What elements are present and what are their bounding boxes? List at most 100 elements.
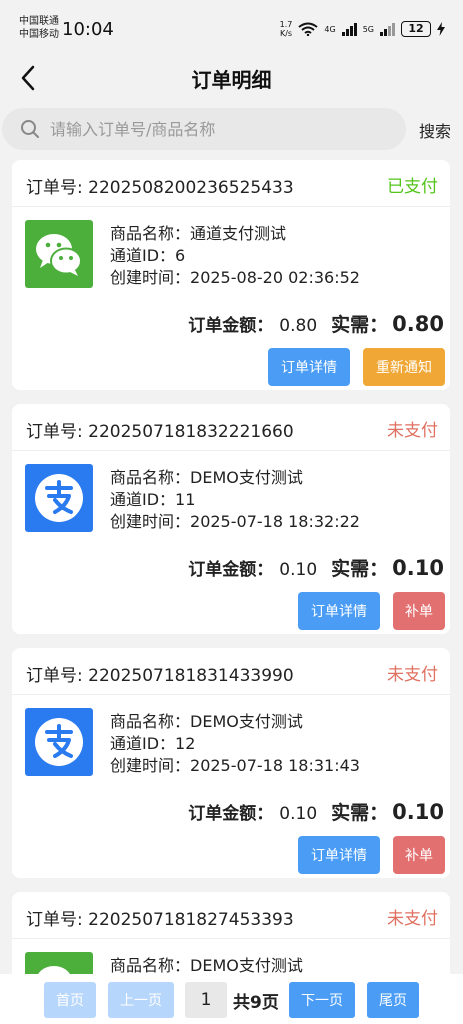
carrier-2: 中国移动 bbox=[19, 29, 59, 40]
product-name-row: 商品名称：DEMO支付测试 bbox=[110, 467, 360, 489]
total-pages: 共9页 bbox=[233, 993, 279, 1013]
amount-row: 订单金额： 0.10 实需： 0.10 bbox=[188, 554, 444, 581]
order-amount: 0.10 bbox=[279, 560, 318, 580]
order-number: 订单号: 2202508200236525433 bbox=[26, 173, 294, 198]
product-name-label: 商品名称： bbox=[110, 956, 191, 975]
product-name: DEMO支付测试 bbox=[190, 956, 303, 975]
wifi-icon bbox=[298, 22, 319, 36]
order-number-label: 订单号: bbox=[26, 422, 89, 442]
search-button[interactable]: 搜索 bbox=[419, 118, 451, 142]
channel-id-label: 通道ID： bbox=[110, 246, 176, 265]
created-time-label: 创建时间： bbox=[110, 756, 191, 775]
alipay-icon bbox=[25, 464, 93, 532]
search-icon bbox=[21, 120, 39, 138]
order-amount: 0.80 bbox=[279, 316, 318, 336]
order-amount-label: 订单金额： bbox=[188, 804, 274, 824]
need-amount: 0.80 bbox=[392, 312, 444, 336]
status-icons: 1.7 K/s 4G 5G 12 bbox=[280, 20, 445, 38]
clock: 10:04 bbox=[62, 19, 114, 40]
order-amount: 0.10 bbox=[279, 804, 318, 824]
net-4g-label: 4G bbox=[324, 24, 336, 34]
amount-row: 订单金额： 0.80 实需： 0.80 bbox=[188, 310, 444, 337]
channel-id-row: 通道ID：11 bbox=[110, 489, 360, 511]
order-number-value: 2202507181832221660 bbox=[88, 422, 294, 442]
order-number-value: 2202507181827453393 bbox=[88, 910, 294, 930]
product-name: DEMO支付测试 bbox=[190, 468, 303, 487]
carrier-names: 中国联通 中国移动 bbox=[19, 15, 59, 41]
order-card[interactable]: 订单号: 2202507181831433990 未支付 商品名称：DEMO支付… bbox=[12, 648, 450, 878]
order-amount-label: 订单金额： bbox=[188, 560, 274, 580]
pagination-bar: 首页 上一页 1 共9页 下一页 尾页 bbox=[0, 974, 463, 1024]
created-time: 2025-08-20 02:36:52 bbox=[190, 268, 360, 287]
created-time-label: 创建时间： bbox=[110, 512, 191, 531]
search-row: 搜索 bbox=[0, 108, 463, 150]
product-name-row: 商品名称：DEMO支付测试 bbox=[110, 711, 360, 733]
created-time-row: 创建时间：2025-07-18 18:32:22 bbox=[110, 511, 360, 533]
need-amount: 0.10 bbox=[392, 800, 444, 824]
need-amount-label: 实需： bbox=[331, 802, 389, 824]
supplement-order-button[interactable]: 补单 bbox=[393, 836, 445, 874]
order-detail-button[interactable]: 订单详情 bbox=[298, 836, 380, 874]
channel-id: 6 bbox=[175, 246, 186, 265]
channel-id-label: 通道ID： bbox=[110, 734, 176, 753]
product-name-label: 商品名称： bbox=[110, 224, 191, 243]
search-box[interactable] bbox=[2, 108, 406, 150]
order-card-header: 订单号: 2202507181832221660 未支付 bbox=[12, 404, 450, 451]
need-amount-label: 实需： bbox=[331, 558, 389, 580]
status-badge: 已支付 bbox=[387, 177, 438, 197]
order-info: 商品名称：通道支付测试 通道ID：6 创建时间：2025-08-20 02:36… bbox=[110, 223, 360, 289]
product-name-row: 商品名称：通道支付测试 bbox=[110, 223, 360, 245]
order-number-label: 订单号: bbox=[26, 666, 89, 686]
product-name-label: 商品名称： bbox=[110, 712, 191, 731]
order-info: 商品名称：DEMO支付测试 通道ID：12 创建时间：2025-07-18 18… bbox=[110, 711, 360, 777]
created-time: 2025-07-18 18:32:22 bbox=[190, 512, 360, 531]
order-card-header: 订单号: 2202507181827453393 未支付 bbox=[12, 892, 450, 939]
net-5g-label: 5G bbox=[362, 24, 374, 34]
created-time-label: 创建时间： bbox=[110, 268, 191, 287]
net-speed: 1.7 K/s bbox=[280, 20, 293, 38]
order-number: 订单号: 2202507181831433990 bbox=[26, 661, 294, 686]
need-amount: 0.10 bbox=[392, 556, 444, 580]
page-title: 订单明细 bbox=[191, 68, 272, 92]
charging-icon bbox=[437, 22, 445, 36]
carrier-1: 中国联通 bbox=[19, 16, 59, 27]
channel-id: 11 bbox=[175, 490, 196, 509]
product-name-label: 商品名称： bbox=[110, 468, 191, 487]
page-number-input[interactable]: 1 bbox=[185, 982, 227, 1018]
order-number-label: 订单号: bbox=[26, 910, 89, 930]
order-amount-label: 订单金额： bbox=[188, 316, 274, 336]
channel-id-row: 通道ID：6 bbox=[110, 245, 360, 267]
alipay-icon bbox=[25, 708, 93, 776]
created-time-row: 创建时间：2025-07-18 18:31:43 bbox=[110, 755, 360, 777]
status-badge: 未支付 bbox=[387, 421, 438, 441]
search-input[interactable] bbox=[50, 119, 380, 139]
order-number: 订单号: 2202507181832221660 bbox=[26, 417, 294, 442]
order-number: 订单号: 2202507181827453393 bbox=[26, 905, 294, 930]
order-number-label: 订单号: bbox=[26, 178, 89, 198]
channel-id-row: 通道ID：12 bbox=[110, 733, 360, 755]
need-amount-label: 实需： bbox=[331, 314, 389, 336]
renotify-button[interactable]: 重新通知 bbox=[363, 348, 445, 386]
supplement-order-button[interactable]: 补单 bbox=[393, 592, 445, 630]
net-speed-value: 1.7 bbox=[279, 20, 293, 29]
order-card-header: 订单号: 2202508200236525433 已支付 bbox=[12, 160, 450, 207]
order-detail-button[interactable]: 订单详情 bbox=[298, 592, 380, 630]
wechat-pay-icon bbox=[25, 220, 93, 288]
status-badge: 未支付 bbox=[387, 909, 438, 929]
signal-5g-icon bbox=[380, 22, 395, 36]
order-card[interactable]: 订单号: 2202507181832221660 未支付 商品名称：DEMO支付… bbox=[12, 404, 450, 634]
order-info: 商品名称：DEMO支付测试 通道ID：11 创建时间：2025-07-18 18… bbox=[110, 467, 360, 533]
signal-4g-icon bbox=[341, 22, 357, 36]
order-number-value: 2202507181831433990 bbox=[88, 666, 294, 686]
order-detail-button[interactable]: 订单详情 bbox=[268, 348, 350, 386]
next-page-button[interactable]: 下一页 bbox=[289, 982, 355, 1018]
prev-page-button[interactable]: 上一页 bbox=[108, 982, 174, 1018]
order-card[interactable]: 订单号: 2202507181827453393 未支付 商品名称：DEMO支付… bbox=[12, 892, 450, 982]
channel-id: 12 bbox=[175, 734, 196, 753]
net-speed-unit: K/s bbox=[279, 29, 293, 38]
product-name: DEMO支付测试 bbox=[190, 712, 303, 731]
order-card[interactable]: 订单号: 2202508200236525433 已支付 商品名称：通道支付测试… bbox=[12, 160, 450, 390]
status-bar: 中国联通 中国移动 10:04 1.7 K/s 4G 5G 12 bbox=[0, 0, 463, 56]
last-page-button[interactable]: 尾页 bbox=[367, 982, 419, 1018]
first-page-button[interactable]: 首页 bbox=[44, 982, 96, 1018]
